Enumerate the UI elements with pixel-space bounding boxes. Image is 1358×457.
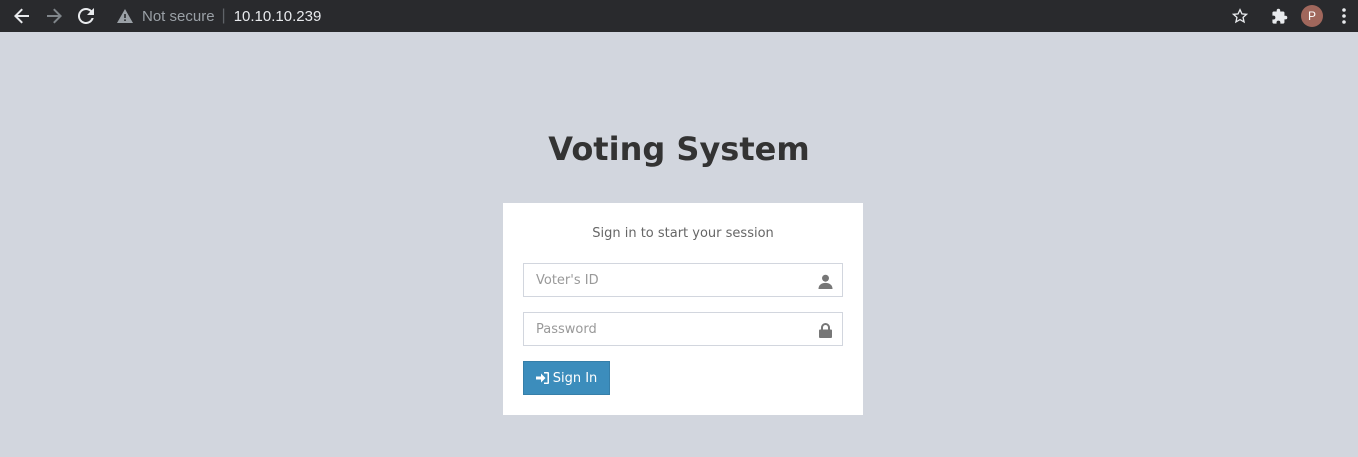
password-input[interactable] bbox=[524, 313, 842, 345]
profile-button[interactable]: P bbox=[1299, 0, 1325, 32]
reload-button[interactable] bbox=[71, 0, 101, 32]
page-title: Voting System bbox=[548, 130, 810, 168]
avatar: P bbox=[1301, 5, 1323, 27]
extensions-button[interactable] bbox=[1266, 0, 1292, 32]
user-icon bbox=[816, 272, 834, 290]
browser-toolbar: Not secure | 10.10.10.239 P bbox=[0, 0, 1358, 32]
sign-in-button[interactable]: Sign In bbox=[523, 361, 610, 395]
puzzle-icon bbox=[1271, 8, 1287, 24]
url-text[interactable]: 10.10.10.239 bbox=[234, 8, 322, 25]
arrow-right-icon bbox=[47, 8, 62, 24]
warning-icon bbox=[116, 7, 134, 25]
voter-id-input[interactable] bbox=[524, 264, 842, 296]
security-status[interactable]: Not secure bbox=[142, 8, 215, 25]
sign-in-icon bbox=[535, 372, 549, 384]
login-box: Sign in to start your session Sign In bbox=[503, 203, 863, 415]
star-icon bbox=[1232, 8, 1248, 24]
url-separator: | bbox=[221, 7, 226, 24]
back-button[interactable] bbox=[7, 0, 37, 32]
arrow-left-icon bbox=[14, 8, 29, 24]
more-vertical-icon bbox=[1342, 8, 1346, 24]
address-bar[interactable]: Not secure | 10.10.10.239 bbox=[116, 0, 321, 32]
lock-icon bbox=[816, 321, 834, 339]
password-field bbox=[523, 312, 843, 346]
bookmark-star-button[interactable] bbox=[1227, 0, 1253, 32]
forward-button[interactable] bbox=[39, 0, 69, 32]
reload-icon bbox=[78, 8, 94, 24]
menu-button[interactable] bbox=[1331, 0, 1357, 32]
sign-in-label: Sign In bbox=[552, 370, 598, 386]
login-box-message: Sign in to start your session bbox=[592, 226, 774, 241]
voter-id-field bbox=[523, 263, 843, 297]
